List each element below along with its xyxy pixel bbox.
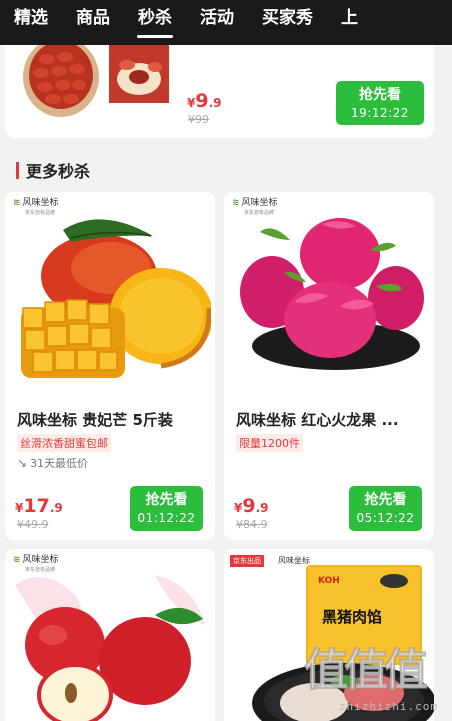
lowest-price-note: ↘ 31天最低价 xyxy=(17,456,89,470)
top-product-preview-button[interactable]: 抢先看 19:12:22 xyxy=(336,81,424,125)
product-card-mango[interactable]: ≋ 风味坐标 京东自有品牌 风味坐标 贵妃芒 5斤装 丝滑浓香甜蜜包邮 ↘ 31… xyxy=(5,192,215,540)
watermark-logo: 值值值 xyxy=(304,645,429,697)
product-original-price: ¥84.9 xyxy=(236,518,268,531)
brand-badge: ≋ 风味坐标 京东自有品牌 xyxy=(13,198,59,216)
top-tab-bar: 精选 商品 秒杀 活动 买家秀 上 xyxy=(0,0,452,45)
product-tagline: 限量1200件 xyxy=(236,434,303,452)
tab-more-partial[interactable]: 上 xyxy=(327,0,372,45)
flash-sale-card-top[interactable]: ¥9.9 ¥99 抢先看 19:12:22 xyxy=(5,45,434,138)
product-title: 风味坐标 红心火龙果 ... xyxy=(236,411,399,429)
dragon-fruit-product-image xyxy=(240,218,424,370)
tab-events[interactable]: 活动 xyxy=(186,0,248,45)
tab-products[interactable]: 商品 xyxy=(62,0,124,45)
preview-button[interactable]: 抢先看 05:12:22 xyxy=(349,486,422,531)
red-dates-product-image xyxy=(23,45,169,117)
top-product-original-price: ¥99 xyxy=(188,113,209,126)
top-product-price: ¥9.9 xyxy=(187,90,222,112)
product-card-dragon-fruit[interactable]: ≋ 风味坐标 京东自有品牌 风味坐标 红心火龙果 ... 限量1200件 ¥9.… xyxy=(224,192,434,540)
brand-logo-icon: ≋ xyxy=(232,198,240,208)
tab-featured[interactable]: 精选 xyxy=(0,0,62,45)
product-tagline: 丝滑浓香甜蜜包邮 xyxy=(17,434,111,452)
preview-button[interactable]: 抢先看 01:12:22 xyxy=(130,486,203,531)
section-title: 更多秒杀 xyxy=(26,162,91,181)
package-brand-label: KOH xyxy=(318,576,340,586)
brand-logo-icon: ≋ xyxy=(13,198,21,208)
product-price: ¥17.9 xyxy=(15,495,63,517)
mango-product-image xyxy=(21,219,211,378)
product-original-price: ¥49.9 xyxy=(17,518,49,531)
trend-down-icon: ↘ xyxy=(17,456,28,470)
product-price: ¥9.9 xyxy=(234,495,269,517)
tab-flash-sale[interactable]: 秒杀 xyxy=(124,0,186,45)
product-card-apple[interactable]: ≋ 风味坐标 京东自有品牌 xyxy=(5,549,215,721)
brand-badge: ≋ 风味坐标 京东自有品牌 xyxy=(232,198,278,216)
brand-badge: ≋ 风味坐标 京东自有品牌 xyxy=(13,555,59,573)
product-title: 风味坐标 贵妃芒 5斤装 xyxy=(17,411,173,429)
brand-logo-icon: ≋ xyxy=(13,555,21,565)
package-label: 黑猪肉馅 xyxy=(322,608,383,626)
section-header-more-flash-sale: 更多秒杀 xyxy=(16,158,90,182)
apple-product-image xyxy=(15,575,205,721)
tab-buyer-show[interactable]: 买家秀 xyxy=(248,0,327,45)
watermark-url: zhizhizhi.com xyxy=(338,700,438,713)
section-accent-bar xyxy=(16,161,19,179)
